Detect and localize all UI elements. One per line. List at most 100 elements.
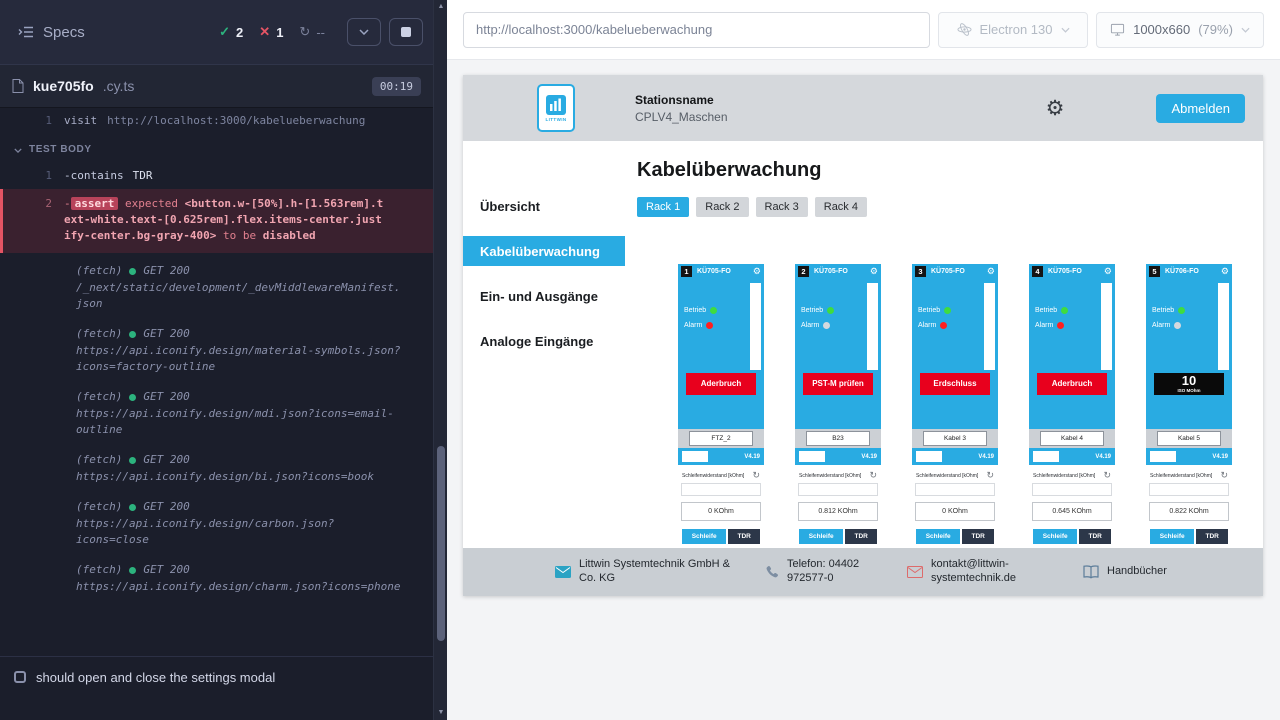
fetch-log-entry[interactable]: (fetch)GET 200 /_next/static/development… [0, 263, 433, 312]
scrollbar-thumb[interactable] [437, 446, 445, 640]
schleife-button[interactable]: Schleife [1033, 529, 1077, 544]
footer-email[interactable]: kontakt@littwin-systemtechnik.de [907, 558, 1083, 586]
tab-rack-3[interactable]: Rack 3 [756, 197, 808, 217]
fetch-log-entry[interactable]: (fetch)GET 200 https://api.iconify.desig… [0, 452, 433, 485]
fetch-log-entry[interactable]: (fetch)GET 200 https://api.iconify.desig… [0, 562, 433, 595]
alarm-led [1174, 322, 1181, 329]
measurement-label: Schleifenwiderstand [kOhm] [799, 473, 861, 479]
command-visit[interactable]: 1 visit http://localhost:3000/kabelueber… [0, 110, 433, 132]
refresh-icon[interactable]: ↻ [1103, 471, 1111, 480]
stage-body: LITTWIN Stationsname CPLV4_Maschen ⚙ Abm… [447, 60, 1280, 720]
line-number: 2 [3, 196, 64, 244]
refresh-icon[interactable]: ↻ [1220, 471, 1228, 480]
alarm-led [1057, 322, 1064, 329]
footer-manuals[interactable]: Handbücher [1083, 565, 1167, 579]
tdr-button[interactable]: TDR [1079, 529, 1111, 544]
tdr-button[interactable]: TDR [1196, 529, 1228, 544]
viewport-select[interactable]: 1000x660 (79%) [1096, 12, 1264, 48]
browser-name: Electron 130 [980, 22, 1053, 37]
url-input[interactable]: http://localhost:3000/kabelueberwachung [463, 12, 930, 48]
fetch-log-entry[interactable]: (fetch)GET 200 https://api.iconify.desig… [0, 389, 433, 438]
measurement-selector[interactable] [915, 483, 995, 496]
fetch-log-entry[interactable]: (fetch)GET 200 https://api.iconify.desig… [0, 326, 433, 375]
status-button[interactable]: Aderbruch [1037, 373, 1107, 395]
status-button[interactable]: Erdschluss [920, 373, 990, 395]
level-meter [984, 283, 995, 370]
logo-mark-icon [546, 95, 566, 115]
device-cards: 1 KÜ705-FO ⚙ Betrieb Alarm Aderbruch [678, 264, 1263, 548]
scroll-up-icon[interactable]: ▲ [434, 2, 448, 12]
refresh-icon[interactable]: ↻ [986, 471, 994, 480]
version-label: V4.19 [861, 454, 877, 460]
version-label: V4.19 [1095, 454, 1111, 460]
browser-select[interactable]: Electron 130 [938, 12, 1088, 48]
sidebar-item-kabelueberwachung[interactable]: Kabelüberwachung [463, 236, 625, 266]
stop-button[interactable] [389, 18, 423, 46]
tab-rack-2[interactable]: Rack 2 [696, 197, 748, 217]
device-settings-icon[interactable]: ⚙ [1221, 267, 1229, 276]
status-dot-icon [129, 268, 136, 275]
sidebar-item-analoge-eingaenge[interactable]: Analoge Eingänge [463, 326, 625, 356]
sidebar-item-ein-und-ausgaenge[interactable]: Ein- und Ausgänge [463, 281, 625, 311]
status-button[interactable]: 10ISO MOhm [1154, 373, 1224, 395]
schleife-button[interactable]: Schleife [682, 529, 726, 544]
cable-name[interactable]: B23 [806, 431, 870, 446]
cable-name[interactable]: Kabel 4 [1040, 431, 1104, 446]
device-title: KÜ705-FO [814, 268, 870, 275]
logo-text: LITTWIN [545, 117, 566, 122]
fetch-tag: (fetch) [76, 389, 122, 405]
tdr-button[interactable]: TDR [845, 529, 877, 544]
measurement-label: Schleifenwiderstand [kOhm] [1150, 473, 1212, 479]
device-number: 3 [915, 266, 926, 277]
failed-assert[interactable]: 2 -assert expected <button.w-[50%].h-[1.… [0, 189, 433, 253]
cable-name[interactable]: FTZ_2 [689, 431, 753, 446]
measurement-selector[interactable] [1032, 483, 1112, 496]
device-settings-icon[interactable]: ⚙ [987, 267, 995, 276]
tab-rack-1[interactable]: Rack 1 [637, 197, 689, 217]
betrieb-led [827, 307, 834, 314]
collapse-button[interactable] [347, 18, 381, 46]
tdr-button[interactable]: TDR [962, 529, 994, 544]
cable-name[interactable]: Kabel 3 [923, 431, 987, 446]
level-meter [750, 283, 761, 370]
measurement-panel: Schleifenwiderstand [kOhm]↻ 0 KOhm Schle… [912, 465, 998, 548]
cable-name-strip: B23 [795, 429, 881, 448]
schleife-button[interactable]: Schleife [1150, 529, 1194, 544]
cable-name[interactable]: Kabel 5 [1157, 431, 1221, 446]
device-settings-icon[interactable]: ⚙ [753, 267, 761, 276]
refresh-icon[interactable]: ↻ [869, 471, 877, 480]
alarm-led [706, 322, 713, 329]
mail-icon [907, 566, 923, 578]
card-header: 5 KÜ706-FO ⚙ [1146, 264, 1232, 279]
device-card: 2 KÜ705-FO ⚙ Betrieb Alarm PST-M prüfen [795, 264, 881, 548]
test-body-header[interactable]: TEST BODY [0, 132, 433, 165]
schleife-button[interactable]: Schleife [799, 529, 843, 544]
next-test-row[interactable]: should open and close the settings modal [0, 656, 433, 720]
tdr-button[interactable]: TDR [728, 529, 760, 544]
fetch-status: GET 200 [143, 562, 189, 578]
reporter-scrollbar[interactable]: ▲ ▼ [433, 0, 447, 720]
tab-rack-4[interactable]: Rack 4 [815, 197, 867, 217]
refresh-icon[interactable]: ↻ [752, 471, 760, 480]
sidebar-item-uebersicht[interactable]: Übersicht [463, 191, 625, 221]
level-meter [867, 283, 878, 370]
assert-dash: - [64, 197, 71, 210]
status-button[interactable]: PST-M prüfen [803, 373, 873, 395]
status-button[interactable]: Aderbruch [686, 373, 756, 395]
schleife-button[interactable]: Schleife [916, 529, 960, 544]
device-settings-icon[interactable]: ⚙ [1104, 267, 1112, 276]
measurement-selector[interactable] [798, 483, 878, 496]
fetch-log-entry[interactable]: (fetch)GET 200 https://api.iconify.desig… [0, 499, 433, 548]
measurement-selector[interactable] [681, 483, 761, 496]
measurement-panel: Schleifenwiderstand [kOhm]↻ 0 KOhm Schle… [678, 465, 764, 548]
settings-gear-icon[interactable]: ⚙ [1046, 98, 1065, 119]
scroll-down-icon[interactable]: ▼ [434, 708, 448, 718]
command-contains[interactable]: 1 -contains TDR [0, 165, 433, 187]
spec-header[interactable]: kue705fo .cy.ts 00:19 [0, 64, 433, 108]
device-settings-icon[interactable]: ⚙ [870, 267, 878, 276]
logout-button[interactable]: Abmelden [1156, 94, 1245, 123]
fetch-tag: (fetch) [76, 562, 122, 578]
test-icon [14, 671, 26, 683]
specs-button[interactable]: Specs [10, 18, 93, 47]
measurement-selector[interactable] [1149, 483, 1229, 496]
